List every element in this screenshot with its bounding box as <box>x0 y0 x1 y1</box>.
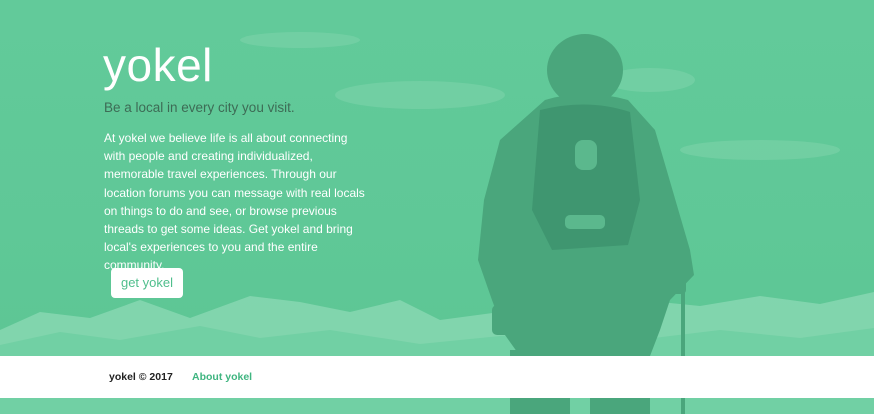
brand-title: yokel <box>103 39 213 91</box>
tagline: Be a local in every city you visit. <box>104 100 295 115</box>
hero-description: At yokel we believe life is all about co… <box>104 131 365 273</box>
get-yokel-button[interactable]: get yokel <box>111 268 183 298</box>
footer: yokel © 2017 About yokel <box>0 356 874 398</box>
about-yokel-link[interactable]: About yokel <box>192 371 252 384</box>
footer-copyright: yokel © 2017 <box>109 371 173 383</box>
